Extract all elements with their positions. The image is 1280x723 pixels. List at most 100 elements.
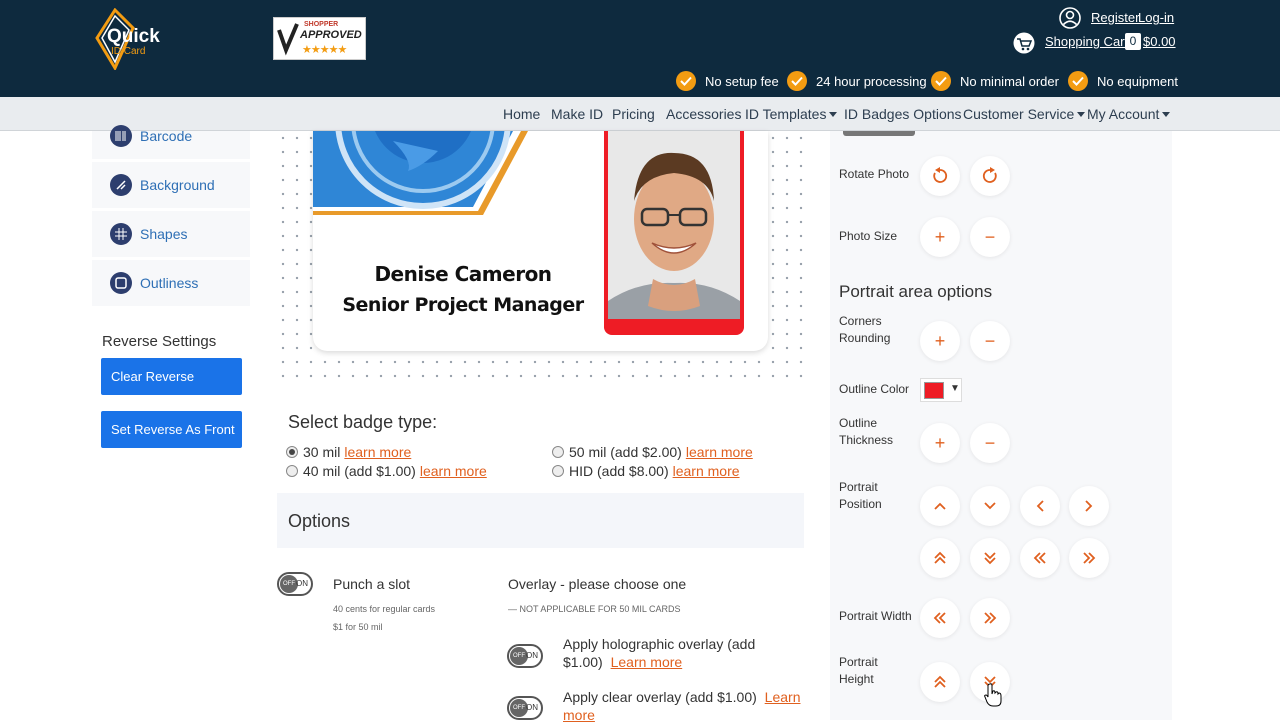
holographic-overlay-label: Apply holographic overlay (add [563, 636, 756, 652]
nav-accessories[interactable]: Accessories [666, 106, 741, 122]
sidebar-item-label: Background [140, 177, 215, 193]
outline-color-label: Outline Color [839, 382, 910, 396]
badge-option-label: 50 mil (add $2.00) [569, 444, 682, 460]
double-chevron-left-icon[interactable] [1020, 538, 1060, 578]
chevron-right-icon[interactable] [1069, 486, 1109, 526]
holographic-learn-more-link[interactable]: Learn more [611, 654, 683, 670]
quick-id-card-logo[interactable]: Quick ID Card [93, 8, 163, 70]
nav-id-badges-options[interactable]: ID Badges Options [844, 106, 962, 122]
toggle-on-text: ON [526, 703, 538, 712]
badge-option-hid[interactable]: HID (add $8.00) learn more [552, 463, 740, 479]
double-chevron-right-icon[interactable] [1069, 538, 1109, 578]
outline-thickness-plus-icon[interactable]: + [920, 423, 960, 463]
portrait-area-options-heading: Portrait area options [839, 282, 993, 301]
rotate-photo-label: Rotate Photo [839, 167, 910, 181]
dropdown-arrow-icon: ▼ [950, 383, 960, 394]
nav-make-id[interactable]: Make ID [551, 106, 603, 122]
feature-24-hour-processing: 24 hour processing [787, 69, 927, 93]
nav-home[interactable]: Home [503, 106, 540, 122]
clear-reverse-button[interactable]: Clear Reverse [101, 358, 242, 395]
learn-more-link[interactable]: learn more [673, 463, 740, 479]
person-photo-image [608, 131, 740, 330]
radio-unselected[interactable] [552, 446, 564, 458]
corners-plus-icon[interactable]: + [920, 321, 960, 361]
portrait-outline-bottom [604, 319, 744, 335]
learn-more-link[interactable]: learn more [686, 444, 753, 460]
caret-down-icon [1077, 112, 1086, 117]
sidebar-item-label: Shapes [140, 226, 188, 242]
corners-label-line1: Corners [839, 314, 882, 328]
height-increase-icon[interactable] [920, 662, 960, 702]
punch-slot-label: Punch a slot [333, 576, 411, 592]
outline-color-picker[interactable]: ▼ [920, 378, 962, 402]
portrait-height-label: Portrait Height [839, 654, 878, 688]
outline-thickness-minus-icon[interactable]: − [970, 423, 1010, 463]
card-title-text[interactable]: Senior Project Manager [313, 294, 613, 316]
login-link[interactable]: Log-in [1138, 10, 1174, 25]
nav-label: Customer Service [963, 106, 1075, 122]
nav-pricing[interactable]: Pricing [612, 106, 655, 122]
shopping-cart-link[interactable]: Shopping Cart [1045, 34, 1128, 49]
chevron-up-icon[interactable] [920, 486, 960, 526]
cart-count-badge: 0 [1125, 33, 1141, 50]
badge-option-40mil[interactable]: 40 mil (add $1.00) learn more [286, 463, 487, 479]
radio-unselected[interactable] [286, 465, 298, 477]
radio-unselected[interactable] [552, 465, 564, 477]
badge-option-label: HID (add $8.00) [569, 463, 669, 479]
badge-option-label: 40 mil (add $1.00) [303, 463, 416, 479]
corners-rounding-label: Corners Rounding [839, 313, 890, 347]
register-link[interactable]: Register [1091, 10, 1139, 25]
nav-my-account[interactable]: My Account [1087, 106, 1171, 122]
rotate-right-icon[interactable] [970, 156, 1010, 196]
double-chevron-down-icon[interactable] [970, 538, 1010, 578]
set-reverse-as-front-button[interactable]: Set Reverse As Front [101, 411, 242, 448]
nav-customer-service[interactable]: Customer Service [963, 106, 1086, 122]
holographic-overlay-toggle[interactable]: OFF ON [507, 644, 543, 668]
feature-no-equipment: No equipment [1068, 69, 1178, 93]
badge-option-30mil[interactable]: 30 mil learn more [286, 444, 411, 460]
chevron-left-icon[interactable] [1020, 486, 1060, 526]
photo-size-minus-icon[interactable]: − [970, 217, 1010, 257]
photo-size-label: Photo Size [839, 229, 898, 243]
sidebar-item-shapes[interactable]: Shapes [92, 211, 250, 257]
check-icon [676, 71, 696, 91]
clear-more-link[interactable]: more [563, 707, 595, 723]
chevron-down-icon[interactable] [970, 486, 1010, 526]
shopper-approved-badge[interactable]: SHOPPER APPROVED ★★★★★ [273, 17, 366, 60]
toggle-on-text: ON [296, 579, 308, 588]
nav-id-templates[interactable]: ID Templates [745, 106, 838, 122]
outline-thickness-label: Outline Thickness [839, 415, 893, 449]
radio-selected[interactable] [286, 446, 298, 458]
logo-text-1: Quick [107, 26, 160, 47]
width-decrease-icon[interactable] [920, 598, 960, 638]
punch-slot-toggle[interactable]: OFF ON [277, 572, 313, 596]
holographic-overlay-label-2: $1.00) Learn more [563, 654, 682, 670]
sidebar-item-background[interactable]: Background [92, 162, 250, 208]
user-icon[interactable] [1059, 7, 1081, 29]
color-swatch [924, 382, 944, 399]
feature-label: 24 hour processing [816, 73, 927, 89]
sidebar-item-outliness[interactable]: Outliness [92, 260, 250, 306]
shopper-check-icon [277, 22, 299, 56]
photo-size-plus-icon[interactable]: + [920, 217, 960, 257]
photo-thumbnail-edge [843, 131, 915, 136]
badge-option-50mil[interactable]: 50 mil (add $2.00) learn more [552, 444, 753, 460]
shopping-cart-icon[interactable] [1012, 32, 1036, 54]
double-chevron-up-icon[interactable] [920, 538, 960, 578]
rotate-left-icon[interactable] [920, 156, 960, 196]
cart-total[interactable]: $0.00 [1143, 34, 1176, 49]
sidebar-item-barcode[interactable]: Barcode [92, 125, 250, 159]
check-icon [1068, 71, 1088, 91]
portrait-photo[interactable] [604, 131, 744, 334]
corners-minus-icon[interactable]: − [970, 321, 1010, 361]
clear-overlay-toggle[interactable]: OFF ON [507, 696, 543, 720]
clear-learn-link[interactable]: Learn [765, 689, 801, 705]
badge-option-label: 30 mil [303, 444, 341, 460]
card-name-text[interactable]: Denise Cameron [313, 262, 613, 286]
sidebar-item-label: Barcode [140, 128, 193, 144]
clear-overlay-label-2: more [563, 707, 595, 723]
width-increase-icon[interactable] [970, 598, 1010, 638]
learn-more-link[interactable]: learn more [344, 444, 411, 460]
learn-more-link[interactable]: learn more [420, 463, 487, 479]
nav-label: My Account [1087, 106, 1160, 122]
